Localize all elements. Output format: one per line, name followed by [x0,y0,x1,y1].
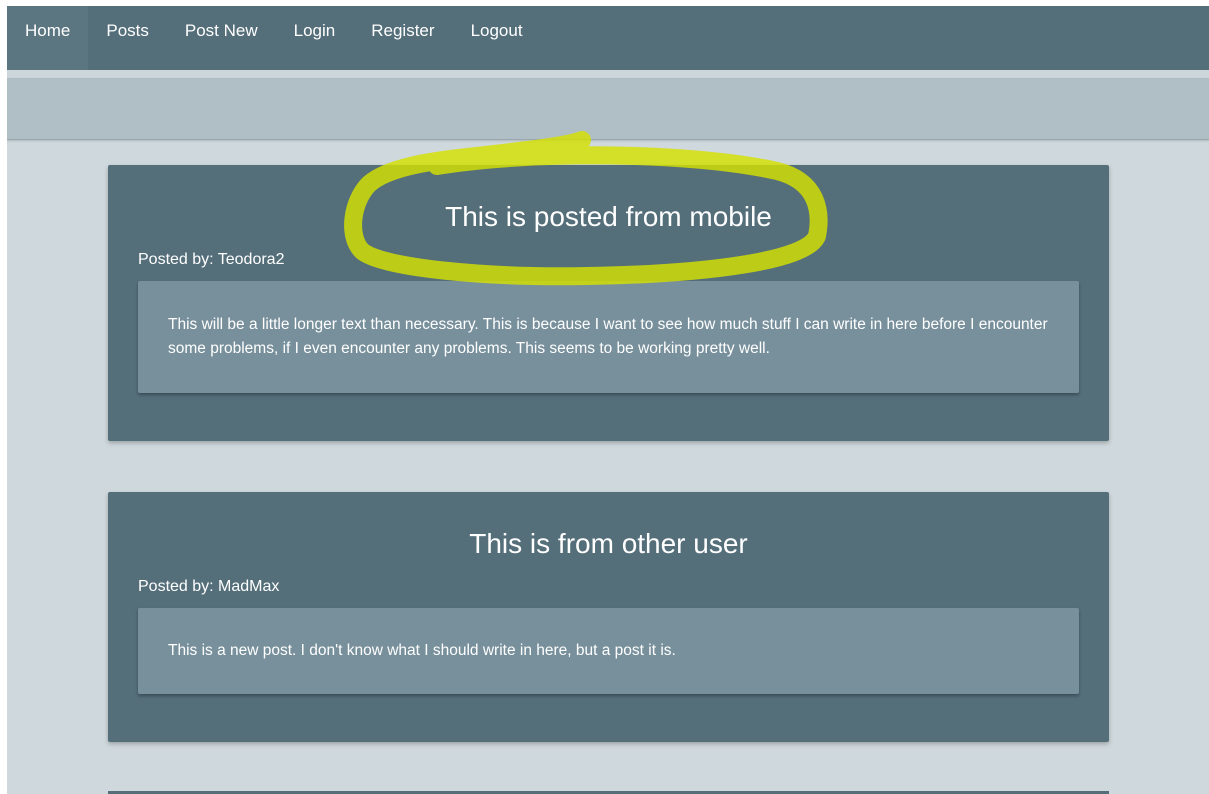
sub-header-bar [7,78,1209,140]
top-navbar: Home Posts Post New Login Register Logou… [7,6,1209,70]
nav-logout-label: Logout [470,21,523,40]
nav-posts-label: Posts [106,21,149,40]
nav-home-label: Home [25,21,71,40]
nav-spacer [7,70,1209,78]
post-body-text: This is a new post. I don't know what I … [168,642,676,659]
post-body: This is a new post. I don't know what I … [138,608,1079,694]
nav-logout[interactable]: Logout [453,6,541,56]
post-title: This is from other user [469,528,748,559]
post-body-text: This will be a little longer text than n… [168,316,1048,357]
nav-login[interactable]: Login [276,6,354,56]
page-frame: Home Posts Post New Login Register Logou… [7,6,1209,794]
nav-home[interactable]: Home [7,6,89,70]
post-author: Posted by: Teodora2 [138,251,285,268]
post-title: This is posted from mobile [445,201,772,232]
post-card: This is from other user Posted by: MadMa… [108,492,1109,742]
nav-register[interactable]: Register [353,6,452,56]
nav-post-new[interactable]: Post New [167,6,276,56]
post-author: Posted by: MadMax [138,578,280,595]
nav-posts[interactable]: Posts [88,6,167,56]
post-card: This is posted from mobile Posted by: Te… [108,165,1109,441]
post-body: This will be a little longer text than n… [138,281,1079,393]
nav-register-label: Register [371,21,435,40]
nav-post-new-label: Post New [184,21,258,40]
nav-login-label: Login [293,21,336,40]
